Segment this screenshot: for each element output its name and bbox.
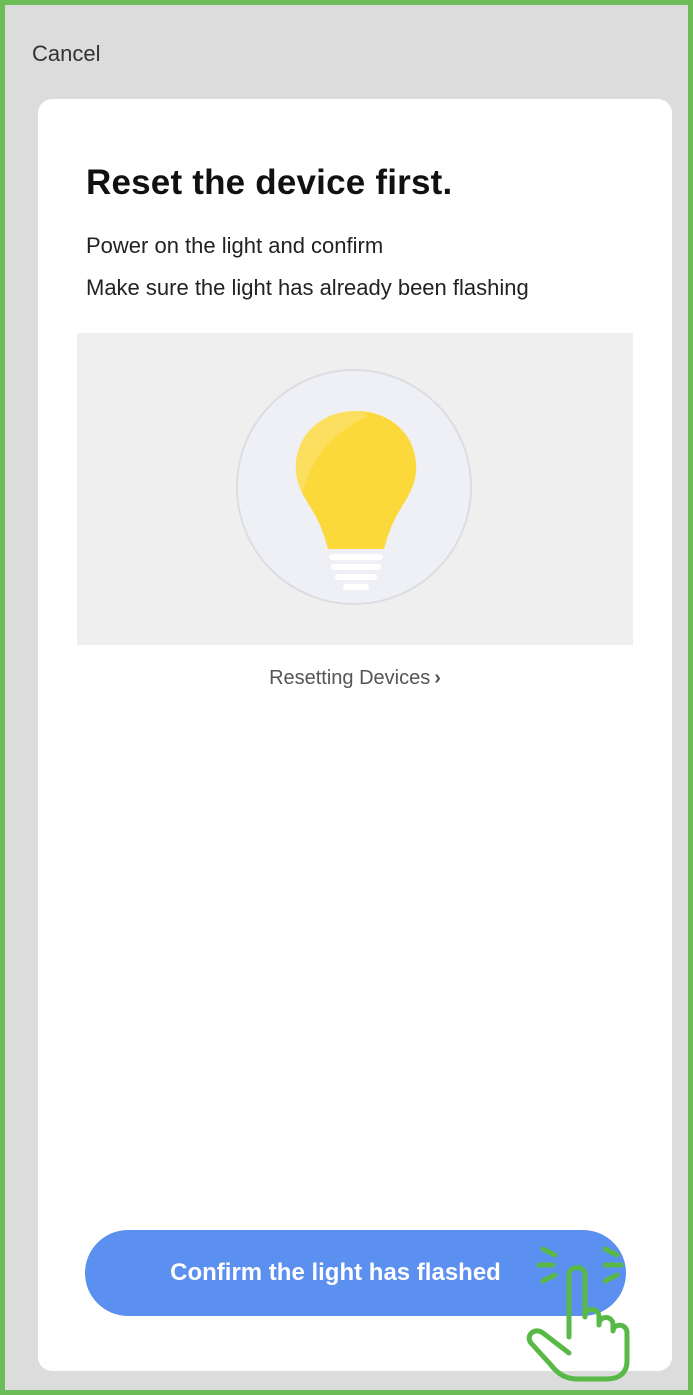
reset-link-label: Resetting Devices xyxy=(269,667,431,689)
screen-frame: Cancel Reset the device first. Power on … xyxy=(0,0,693,1395)
page-title: Reset the device first. xyxy=(86,163,453,202)
cancel-button[interactable]: Cancel xyxy=(32,41,100,67)
lightbulb-icon xyxy=(295,411,417,590)
instruction-line-1: Power on the light and confirm xyxy=(86,233,384,258)
instruction-line-2: Make sure the light has already been fla… xyxy=(86,275,529,300)
confirm-button-label: Confirm the light has flashed xyxy=(170,1259,501,1286)
chevron-right-icon: › xyxy=(434,667,441,689)
device-illustration xyxy=(77,333,633,645)
confirm-flashed-button[interactable]: Confirm the light has flashed xyxy=(85,1230,626,1316)
bulb-circle xyxy=(236,369,472,605)
resetting-devices-link[interactable]: Resetting Devices › xyxy=(38,667,672,690)
content-card: Reset the device first. Power on the lig… xyxy=(38,99,672,1371)
